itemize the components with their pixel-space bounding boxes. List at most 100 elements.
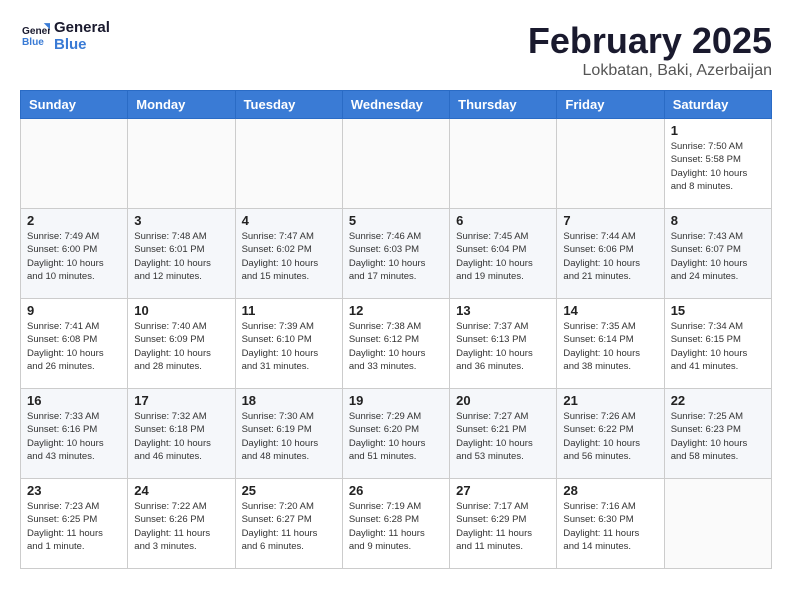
week-row-4: 16Sunrise: 7:33 AMSunset: 6:16 PMDayligh… [21, 389, 772, 479]
day-info: Sunrise: 7:41 AMSunset: 6:08 PMDaylight:… [27, 320, 121, 373]
calendar-cell [664, 479, 771, 569]
calendar-cell: 28 Sunrise: 7:16 AMSunset: 6:30 PMDayligh… [557, 479, 664, 569]
calendar-cell: 22 Sunrise: 7:25 AMSunset: 6:23 PMDayligh… [664, 389, 771, 479]
day-info: Sunrise: 7:16 AMSunset: 6:30 PMDaylight:… [563, 500, 657, 553]
calendar-cell [557, 119, 664, 209]
calendar-cell: 3 Sunrise: 7:48 AMSunset: 6:01 PMDaylight… [128, 209, 235, 299]
calendar-cell: 20 Sunrise: 7:27 AMSunset: 6:21 PMDayligh… [450, 389, 557, 479]
weekday-header-wednesday: Wednesday [342, 91, 449, 119]
day-info: Sunrise: 7:33 AMSunset: 6:16 PMDaylight:… [27, 410, 121, 463]
day-number: 7 [563, 213, 657, 228]
calendar-table: SundayMondayTuesdayWednesdayThursdayFrid… [20, 90, 772, 569]
calendar-cell: 26 Sunrise: 7:19 AMSunset: 6:28 PMDayligh… [342, 479, 449, 569]
day-info: Sunrise: 7:49 AMSunset: 6:00 PMDaylight:… [27, 230, 121, 283]
day-number: 14 [563, 303, 657, 318]
day-number: 20 [456, 393, 550, 408]
day-number: 21 [563, 393, 657, 408]
day-number: 18 [242, 393, 336, 408]
svg-text:Blue: Blue [22, 37, 44, 48]
calendar-cell: 7Sunrise: 7:44 AMSunset: 6:06 PMDaylight… [557, 209, 664, 299]
logo-blue: Blue [54, 36, 87, 53]
day-number: 12 [349, 303, 443, 318]
day-info: Sunrise: 7:39 AMSunset: 6:10 PMDaylight:… [242, 320, 336, 373]
day-info: Sunrise: 7:32 AMSunset: 6:18 PMDaylight:… [134, 410, 228, 463]
calendar-cell: 16Sunrise: 7:33 AMSunset: 6:16 PMDayligh… [21, 389, 128, 479]
calendar-cell: 23 Sunrise: 7:23 AMSunset: 6:25 PMDayligh… [21, 479, 128, 569]
calendar-cell: 8 Sunrise: 7:43 AMSunset: 6:07 PMDaylight… [664, 209, 771, 299]
day-info: Sunrise: 7:48 AMSunset: 6:01 PMDaylight:… [134, 230, 228, 283]
day-info: Sunrise: 7:40 AMSunset: 6:09 PMDaylight:… [134, 320, 228, 373]
day-number: 2 [27, 213, 121, 228]
day-info: Sunrise: 7:22 AMSunset: 6:26 PMDaylight:… [134, 500, 228, 553]
logo: General Blue General Blue [20, 20, 110, 53]
svg-text:General: General [22, 26, 50, 37]
day-number: 11 [242, 303, 336, 318]
day-number: 6 [456, 213, 550, 228]
day-info: Sunrise: 7:30 AMSunset: 6:19 PMDaylight:… [242, 410, 336, 463]
day-info: Sunrise: 7:19 AMSunset: 6:28 PMDaylight:… [349, 500, 443, 553]
day-number: 4 [242, 213, 336, 228]
day-number: 13 [456, 303, 550, 318]
calendar-cell [21, 119, 128, 209]
day-info: Sunrise: 7:34 AMSunset: 6:15 PMDaylight:… [671, 320, 765, 373]
day-number: 8 [671, 213, 765, 228]
day-info: Sunrise: 7:23 AMSunset: 6:25 PMDaylight:… [27, 500, 121, 553]
day-number: 1 [671, 123, 765, 138]
week-row-1: 1 Sunrise: 7:50 AMSunset: 5:58 PMDaylight… [21, 119, 772, 209]
page-header: General Blue General Blue February 2025 … [20, 20, 772, 80]
calendar-cell: 14 Sunrise: 7:35 AMSunset: 6:14 PMDayligh… [557, 299, 664, 389]
weekday-header-monday: Monday [128, 91, 235, 119]
day-number: 28 [563, 483, 657, 498]
day-info: Sunrise: 7:45 AMSunset: 6:04 PMDaylight:… [456, 230, 550, 283]
calendar-cell: 12Sunrise: 7:38 AMSunset: 6:12 PMDayligh… [342, 299, 449, 389]
day-number: 22 [671, 393, 765, 408]
weekday-header-saturday: Saturday [664, 91, 771, 119]
day-number: 10 [134, 303, 228, 318]
day-number: 25 [242, 483, 336, 498]
day-number: 5 [349, 213, 443, 228]
calendar-cell: 13Sunrise: 7:37 AMSunset: 6:13 PMDayligh… [450, 299, 557, 389]
day-info: Sunrise: 7:25 AMSunset: 6:23 PMDaylight:… [671, 410, 765, 463]
day-number: 15 [671, 303, 765, 318]
day-info: Sunrise: 7:26 AMSunset: 6:22 PMDaylight:… [563, 410, 657, 463]
weekday-header-thursday: Thursday [450, 91, 557, 119]
day-number: 27 [456, 483, 550, 498]
day-number: 23 [27, 483, 121, 498]
day-info: Sunrise: 7:43 AMSunset: 6:07 PMDaylight:… [671, 230, 765, 283]
day-info: Sunrise: 7:27 AMSunset: 6:21 PMDaylight:… [456, 410, 550, 463]
location-subtitle: Lokbatan, Baki, Azerbaijan [528, 62, 772, 80]
calendar-cell [450, 119, 557, 209]
day-number: 9 [27, 303, 121, 318]
day-info: Sunrise: 7:46 AMSunset: 6:03 PMDaylight:… [349, 230, 443, 283]
month-title: February 2025 [528, 20, 772, 62]
day-info: Sunrise: 7:50 AMSunset: 5:58 PMDaylight:… [671, 140, 765, 193]
week-row-5: 23 Sunrise: 7:23 AMSunset: 6:25 PMDayligh… [21, 479, 772, 569]
calendar-cell: 10 Sunrise: 7:40 AMSunset: 6:09 PMDayligh… [128, 299, 235, 389]
calendar-cell: 25 Sunrise: 7:20 AMSunset: 6:27 PMDayligh… [235, 479, 342, 569]
calendar-cell: 19Sunrise: 7:29 AMSunset: 6:20 PMDayligh… [342, 389, 449, 479]
day-info: Sunrise: 7:17 AMSunset: 6:29 PMDaylight:… [456, 500, 550, 553]
calendar-cell [128, 119, 235, 209]
week-row-3: 9 Sunrise: 7:41 AMSunset: 6:08 PMDaylight… [21, 299, 772, 389]
logo-icon: General Blue [22, 20, 50, 48]
calendar-cell [235, 119, 342, 209]
calendar-cell: 1 Sunrise: 7:50 AMSunset: 5:58 PMDaylight… [664, 119, 771, 209]
day-number: 26 [349, 483, 443, 498]
calendar-cell [342, 119, 449, 209]
week-row-2: 2 Sunrise: 7:49 AMSunset: 6:00 PMDaylight… [21, 209, 772, 299]
day-info: Sunrise: 7:35 AMSunset: 6:14 PMDaylight:… [563, 320, 657, 373]
day-number: 3 [134, 213, 228, 228]
calendar-cell: 18 Sunrise: 7:30 AMSunset: 6:19 PMDayligh… [235, 389, 342, 479]
calendar-cell: 17Sunrise: 7:32 AMSunset: 6:18 PMDayligh… [128, 389, 235, 479]
weekday-header-row: SundayMondayTuesdayWednesdayThursdayFrid… [21, 91, 772, 119]
calendar-cell: 27 Sunrise: 7:17 AMSunset: 6:29 PMDayligh… [450, 479, 557, 569]
day-info: Sunrise: 7:20 AMSunset: 6:27 PMDaylight:… [242, 500, 336, 553]
calendar-cell: 5 Sunrise: 7:46 AMSunset: 6:03 PMDaylight… [342, 209, 449, 299]
calendar-cell: 15 Sunrise: 7:34 AMSunset: 6:15 PMDayligh… [664, 299, 771, 389]
day-info: Sunrise: 7:47 AMSunset: 6:02 PMDaylight:… [242, 230, 336, 283]
calendar-cell: 21 Sunrise: 7:26 AMSunset: 6:22 PMDayligh… [557, 389, 664, 479]
weekday-header-friday: Friday [557, 91, 664, 119]
weekday-header-tuesday: Tuesday [235, 91, 342, 119]
calendar-cell: 24Sunrise: 7:22 AMSunset: 6:26 PMDayligh… [128, 479, 235, 569]
day-info: Sunrise: 7:29 AMSunset: 6:20 PMDaylight:… [349, 410, 443, 463]
